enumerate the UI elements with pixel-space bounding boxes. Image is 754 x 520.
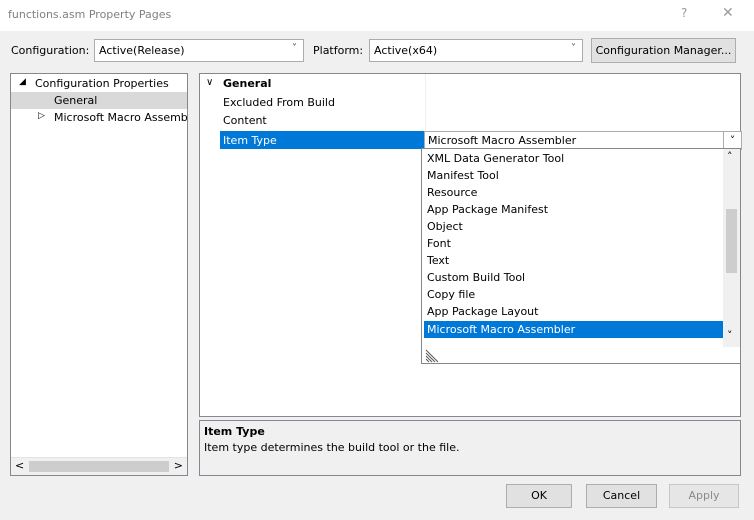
platform-combo[interactable]: Active(x64) ˅ bbox=[369, 39, 583, 62]
configuration-combo[interactable]: Active(Release) ˅ bbox=[94, 39, 304, 62]
configuration-manager-button[interactable]: Configuration Manager... bbox=[591, 38, 736, 63]
list-item[interactable]: App Package Manifest bbox=[424, 201, 723, 218]
item-type-value: Microsoft Macro Assembler bbox=[428, 134, 577, 147]
property-name: Content bbox=[223, 114, 267, 127]
category-row-general[interactable]: ∨ General bbox=[200, 75, 740, 93]
description-title: Item Type bbox=[204, 425, 265, 438]
chevron-down-icon: ˅ bbox=[292, 43, 297, 54]
tree-item-label: Microsoft Macro Assembler bbox=[54, 111, 187, 124]
collapse-chevron-icon[interactable]: ∨ bbox=[206, 77, 213, 88]
dropdown-vertical-scrollbar[interactable]: ˄ ˅ bbox=[723, 149, 740, 347]
description-panel: Item Type Item type determines the build… bbox=[199, 420, 741, 476]
help-icon[interactable]: ? bbox=[681, 6, 687, 20]
tree-horizontal-scrollbar[interactable]: < > bbox=[11, 457, 187, 475]
tree-item-label: General bbox=[54, 94, 98, 107]
property-row-content[interactable]: Content bbox=[200, 111, 740, 129]
expanded-triangle-icon[interactable]: ◢ bbox=[19, 77, 26, 87]
list-item[interactable]: Object bbox=[424, 218, 723, 235]
chevron-down-icon: ˅ bbox=[571, 43, 576, 54]
list-item-partial bbox=[424, 339, 723, 345]
list-item[interactable]: Text bbox=[424, 252, 723, 269]
property-name-selected[interactable]: Item Type bbox=[220, 131, 425, 149]
property-row-excluded-from-build[interactable]: Excluded From Build bbox=[200, 93, 740, 111]
platform-label: Platform: bbox=[313, 44, 364, 57]
scrollbar-thumb[interactable] bbox=[29, 461, 169, 472]
close-icon[interactable]: ✕ bbox=[722, 5, 734, 21]
list-item[interactable]: Custom Build Tool bbox=[424, 269, 723, 286]
list-item[interactable]: Copy file bbox=[424, 286, 723, 303]
scroll-up-icon[interactable]: ˄ bbox=[727, 150, 733, 163]
resize-grip-icon[interactable] bbox=[425, 349, 441, 363]
item-type-dropdown-list[interactable]: XML Data Generator Tool Manifest Tool Re… bbox=[421, 148, 741, 364]
list-item[interactable]: Resource bbox=[424, 184, 723, 201]
collapsed-triangle-icon[interactable]: ▷ bbox=[38, 111, 45, 121]
category-label: General bbox=[223, 77, 272, 90]
chevron-down-icon[interactable]: ˅ bbox=[723, 132, 741, 149]
tree-item-microsoft-macro-assembler[interactable]: ▷ Microsoft Macro Assembler bbox=[11, 109, 187, 126]
scroll-right-icon[interactable]: > bbox=[174, 459, 183, 472]
ok-button[interactable]: OK bbox=[506, 484, 572, 508]
scrollbar-thumb[interactable] bbox=[726, 209, 737, 273]
description-text: Item type determines the build tool or t… bbox=[204, 441, 460, 454]
list-item[interactable]: App Package Layout bbox=[424, 303, 723, 320]
list-item-selected[interactable]: Microsoft Macro Assembler bbox=[424, 321, 723, 338]
cancel-button[interactable]: Cancel bbox=[586, 484, 657, 508]
list-item[interactable]: Manifest Tool bbox=[424, 167, 723, 184]
property-row-item-type[interactable]: Item Type Microsoft Macro Assembler ˅ bbox=[200, 131, 742, 150]
configuration-value: Active(Release) bbox=[99, 44, 185, 57]
property-name: Item Type bbox=[223, 134, 277, 147]
list-item[interactable]: XML Data Generator Tool bbox=[424, 150, 723, 167]
scroll-left-icon[interactable]: < bbox=[15, 459, 24, 472]
configuration-label: Configuration: bbox=[11, 44, 90, 57]
list-item[interactable]: Font bbox=[424, 235, 723, 252]
tree-item-label: Configuration Properties bbox=[35, 77, 169, 90]
tree-item-general[interactable]: General bbox=[11, 92, 187, 109]
window-title: functions.asm Property Pages bbox=[8, 8, 172, 21]
category-tree: ◢ Configuration Properties General ▷ Mic… bbox=[10, 73, 188, 476]
tree-item-configuration-properties[interactable]: ◢ Configuration Properties bbox=[11, 75, 187, 92]
platform-value: Active(x64) bbox=[374, 44, 438, 57]
scroll-down-icon[interactable]: ˅ bbox=[727, 329, 733, 342]
apply-button[interactable]: Apply bbox=[669, 484, 739, 508]
property-name: Excluded From Build bbox=[223, 96, 335, 109]
